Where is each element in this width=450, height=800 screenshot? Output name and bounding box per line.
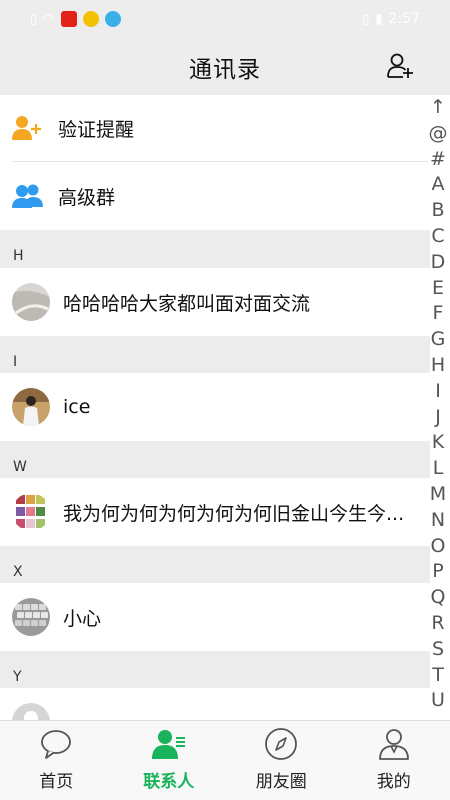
- index-letter[interactable]: ↑: [430, 95, 446, 121]
- tab-label: 朋友圈: [255, 772, 307, 792]
- index-letter[interactable]: O: [431, 534, 446, 560]
- contact-item[interactable]: [0, 688, 430, 720]
- status-bar-system: ▯ ▮ 2:57: [362, 11, 420, 27]
- contact-name: 我为何为何为何为何为何旧金山今生今...: [63, 502, 405, 525]
- section-header: H: [0, 230, 430, 268]
- index-letter[interactable]: E: [432, 276, 444, 302]
- contact-item[interactable]: ice: [0, 373, 430, 441]
- index-letter[interactable]: C: [431, 224, 444, 250]
- contact-name: 小心: [63, 607, 102, 630]
- add-user-icon: [12, 116, 41, 140]
- tab-me[interactable]: 我的: [338, 721, 450, 800]
- contact-item[interactable]: 哈哈哈哈大家都叫面对面交流: [0, 268, 430, 336]
- index-letter[interactable]: U: [431, 688, 445, 714]
- index-letter[interactable]: K: [432, 430, 444, 456]
- group-icon: [12, 184, 43, 208]
- wifi-icon: ◠: [43, 11, 55, 27]
- tab-label: 我的: [376, 772, 411, 792]
- index-letter[interactable]: S: [432, 637, 444, 663]
- tool-label: 高级群: [58, 186, 116, 209]
- verification-reminder-item[interactable]: 验证提醒: [0, 95, 430, 161]
- header: 通讯录: [0, 38, 450, 95]
- index-letter[interactable]: Q: [431, 585, 446, 611]
- avatar: [12, 493, 50, 531]
- contacts-icon: [151, 730, 185, 759]
- app-notification-icon: [60, 11, 77, 27]
- avatar: [12, 388, 50, 426]
- avatar: [12, 598, 50, 636]
- tab-contacts[interactable]: 联系人: [113, 721, 226, 800]
- index-letter[interactable]: D: [431, 250, 446, 276]
- index-letter[interactable]: A: [432, 172, 445, 198]
- index-letter[interactable]: B: [431, 198, 444, 224]
- contact-list: 验证提醒 高级群 H 哈哈哈哈大家都叫面对面交流 I ice W 我为何为何为何…: [0, 95, 450, 720]
- index-letter[interactable]: H: [431, 353, 445, 379]
- tool-label: 验证提醒: [58, 118, 135, 141]
- bottom-tab-bar: 首页 联系人 朋友圈 我的: [0, 720, 450, 800]
- weibo-icon: [82, 11, 99, 27]
- contact-item[interactable]: 小心: [0, 583, 430, 651]
- index-letter[interactable]: #: [430, 147, 446, 173]
- index-letter[interactable]: T: [432, 663, 444, 689]
- section-header: Y: [0, 651, 430, 688]
- status-bar-notifications: ▯ ◠: [30, 11, 121, 27]
- index-letter[interactable]: N: [431, 508, 445, 534]
- chat-bubble-icon: [41, 730, 72, 759]
- index-letter[interactable]: G: [431, 327, 446, 353]
- alphabet-index-bar[interactable]: ↑ @ # A B C D E F G H I J K L M N O P Q …: [426, 95, 450, 720]
- vibrate-icon: ▯: [362, 11, 370, 27]
- avatar: [12, 703, 50, 720]
- tab-label: 联系人: [143, 772, 195, 792]
- compass-icon: [265, 728, 298, 760]
- browser-icon: [104, 11, 121, 27]
- battery-icon: ▮: [375, 11, 383, 27]
- section-header: W: [0, 441, 430, 478]
- tab-home[interactable]: 首页: [0, 721, 113, 800]
- sim-icon: ▯: [30, 11, 38, 27]
- section-header: X: [0, 546, 430, 583]
- section-header: I: [0, 336, 430, 373]
- status-time: 2:57: [388, 11, 420, 27]
- index-letter[interactable]: F: [433, 301, 444, 327]
- advanced-group-item[interactable]: 高级群: [0, 162, 430, 230]
- contact-item[interactable]: 我为何为何为何为何为何旧金山今生今...: [0, 478, 430, 546]
- index-letter[interactable]: L: [433, 456, 444, 482]
- tab-moments[interactable]: 朋友圈: [225, 721, 338, 800]
- index-letter[interactable]: I: [435, 379, 441, 405]
- contact-name: 哈哈哈哈大家都叫面对面交流: [63, 292, 311, 315]
- tab-label: 首页: [39, 772, 74, 792]
- page-title: 通讯录: [189, 56, 261, 83]
- contact-name: ice: [63, 396, 91, 418]
- add-contact-icon[interactable]: [386, 52, 414, 80]
- avatar: [12, 283, 50, 321]
- person-icon: [378, 729, 409, 760]
- index-letter[interactable]: P: [432, 559, 443, 585]
- index-letter[interactable]: J: [435, 405, 441, 431]
- index-letter[interactable]: @: [429, 121, 448, 147]
- status-bar: ▯ ◠ ▯ ▮ 2:57: [0, 0, 450, 38]
- index-letter[interactable]: R: [431, 611, 444, 637]
- index-letter[interactable]: M: [430, 482, 446, 508]
